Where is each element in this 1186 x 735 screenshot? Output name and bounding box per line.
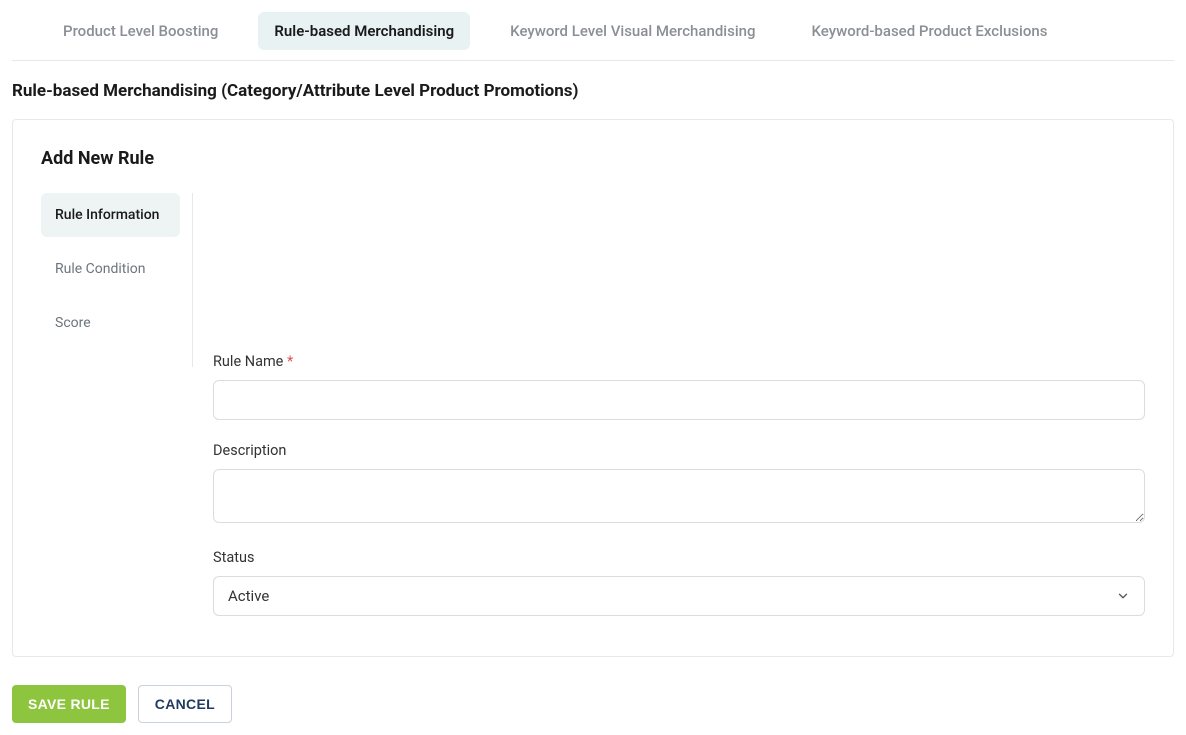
add-rule-card: Add New Rule Rule Information Rule Condi… <box>12 119 1174 657</box>
rule-name-label-text: Rule Name <box>213 353 283 370</box>
form-area: Rule Name * Description Status Active <box>193 193 1145 616</box>
chevron-down-icon <box>1116 589 1130 603</box>
status-label: Status <box>213 549 1145 566</box>
side-tab-rule-condition[interactable]: Rule Condition <box>41 247 180 291</box>
required-asterisk: * <box>287 353 293 370</box>
tab-product-level-boosting[interactable]: Product Level Boosting <box>47 12 234 50</box>
side-tab-score[interactable]: Score <box>41 301 180 345</box>
rule-name-label: Rule Name * <box>213 353 1145 370</box>
save-rule-button[interactable]: SAVE RULE <box>12 685 126 723</box>
status-select[interactable]: Active <box>213 576 1145 616</box>
top-tabs: Product Level Boosting Rule-based Mercha… <box>12 12 1174 61</box>
status-selected-value: Active <box>228 587 1116 605</box>
tab-keyword-based-product-exclusions[interactable]: Keyword-based Product Exclusions <box>796 12 1064 50</box>
tab-rule-based-merchandising[interactable]: Rule-based Merchandising <box>258 12 470 50</box>
action-buttons: SAVE RULE CANCEL <box>12 685 1174 723</box>
side-tabs: Rule Information Rule Condition Score <box>41 193 193 367</box>
form-group-rule-name: Rule Name * <box>213 353 1145 420</box>
description-label: Description <box>213 442 1145 459</box>
section-title: Rule-based Merchandising (Category/Attri… <box>12 81 1174 101</box>
form-group-status: Status Active <box>213 549 1145 616</box>
side-tab-rule-information[interactable]: Rule Information <box>41 193 180 237</box>
rule-name-input[interactable] <box>213 380 1145 420</box>
cancel-button[interactable]: CANCEL <box>138 685 232 723</box>
form-group-description: Description <box>213 442 1145 527</box>
card-title: Add New Rule <box>41 148 1145 169</box>
description-input[interactable] <box>213 469 1145 523</box>
tab-keyword-level-visual-merchandising[interactable]: Keyword Level Visual Merchandising <box>494 12 771 50</box>
